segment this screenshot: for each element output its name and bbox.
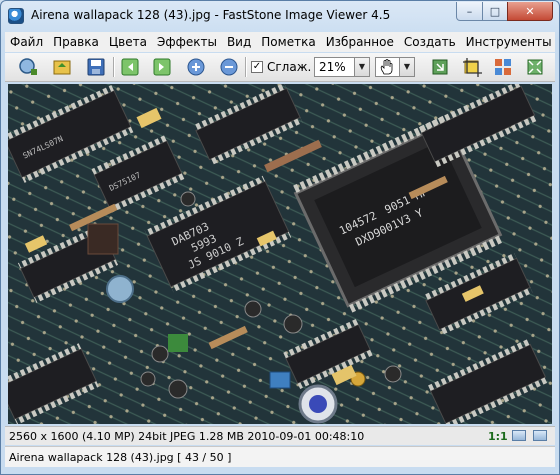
file-bar: Airena wallapack 128 (43).jpg [ 43 / 50 …: [5, 446, 555, 467]
minimize-button[interactable]: –: [456, 2, 483, 21]
next-icon[interactable]: [151, 56, 173, 78]
fullscreen-toggle-icon[interactable]: [533, 430, 547, 441]
zoom-out-icon[interactable]: [218, 56, 240, 78]
zoom-value: 21%: [319, 60, 346, 74]
actual-size-button[interactable]: 1:1: [488, 430, 508, 443]
zoom-select[interactable]: 21% ▼: [314, 57, 370, 77]
thumbnails-icon[interactable]: [492, 56, 514, 78]
menu-favorites[interactable]: Избранное: [321, 32, 399, 52]
fullscreen-icon[interactable]: [524, 56, 546, 78]
menu-effects[interactable]: Эффекты: [152, 32, 222, 52]
open-folder-icon[interactable]: [17, 56, 39, 78]
menu-colors[interactable]: Цвета: [104, 32, 152, 52]
save-icon[interactable]: [85, 56, 107, 78]
file-name: Airena wallapack 128 (43).jpg [ 43 / 50 …: [9, 451, 232, 464]
menu-tag[interactable]: Пометка: [256, 32, 320, 52]
image-info: 2560 x 1600 (4.10 MP) 24bit JPEG 1.28 MB…: [9, 430, 365, 443]
smooth-checkbox[interactable]: ✓: [251, 61, 263, 73]
resize-icon[interactable]: [429, 56, 451, 78]
toolbar: ✓ Сглаж. 21% ▼ ▼: [5, 53, 555, 82]
menu-bar: Файл Правка Цвета Эффекты Вид Пометка Из…: [5, 32, 555, 52]
menu-create[interactable]: Создать: [399, 32, 461, 52]
close-button[interactable]: ✕: [507, 2, 553, 21]
status-bar: 2560 x 1600 (4.10 MP) 24bit JPEG 1.28 MB…: [5, 426, 555, 445]
title-bar[interactable]: Airena wallapack 128 (43).jpg - FastSton…: [1, 1, 559, 31]
toolbar-separator: [245, 57, 247, 77]
app-icon[interactable]: [8, 8, 24, 24]
smooth-label: Сглаж.: [267, 60, 312, 74]
circuit-board-image: 9051 MP 104572 DXD9001V3 Y DAB703 5993 J…: [8, 84, 552, 424]
maximize-button[interactable]: □: [482, 2, 508, 21]
window-title: Airena wallapack 128 (43).jpg - FastSton…: [31, 8, 391, 22]
previous-icon[interactable]: [119, 56, 141, 78]
pan-tool-select[interactable]: ▼: [375, 57, 415, 77]
chevron-down-icon[interactable]: ▼: [399, 58, 414, 76]
chevron-down-icon[interactable]: ▼: [354, 58, 369, 76]
app-window: Airena wallapack 128 (43).jpg - FastSton…: [0, 0, 560, 475]
zoom-in-icon[interactable]: [185, 56, 207, 78]
menu-tools[interactable]: Инструменты: [461, 32, 557, 52]
crop-icon[interactable]: [461, 56, 483, 78]
image-viewer[interactable]: 9051 MP 104572 DXD9001V3 Y DAB703 5993 J…: [8, 84, 552, 424]
menu-edit[interactable]: Правка: [48, 32, 104, 52]
fit-window-icon[interactable]: [512, 430, 526, 441]
toolbar-separator: [113, 57, 115, 77]
hand-icon: [380, 59, 393, 75]
menu-view[interactable]: Вид: [222, 32, 256, 52]
browse-icon[interactable]: [51, 56, 73, 78]
menu-file[interactable]: Файл: [5, 32, 48, 52]
